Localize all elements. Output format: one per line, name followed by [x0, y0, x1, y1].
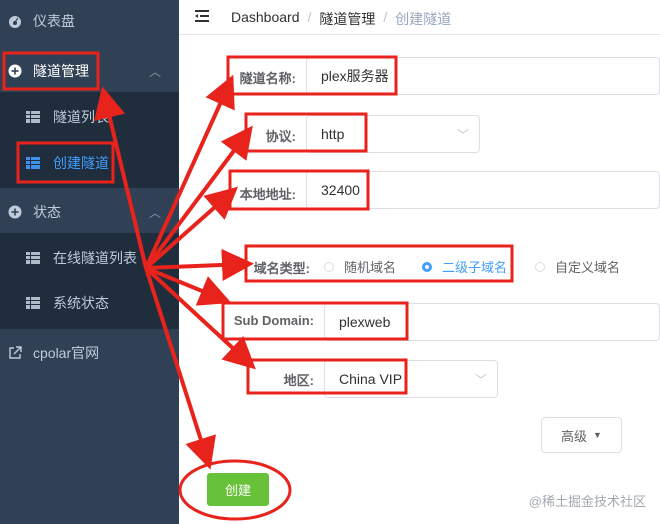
top-navbar: Dashboard / 隧道管理 / 创建隧道 — [179, 0, 660, 35]
chevron-down-icon: ﹀ — [456, 127, 469, 142]
menu-status-label: 状态 — [33, 204, 61, 220]
create-button[interactable]: 创建 — [207, 473, 269, 506]
sidebar-item-online-tunnels-label: 在线隧道列表 — [53, 250, 137, 266]
subdomain-input[interactable]: plexweb — [324, 303, 660, 341]
radio-custom-domain-label: 自定义域名 — [555, 260, 621, 275]
local-address-input[interactable]: 32400 — [306, 171, 660, 209]
protocol-select[interactable]: http ﹀ — [306, 115, 480, 153]
radio-random-domain-label: 随机域名 — [344, 260, 397, 275]
create-label: 创建 — [224, 483, 251, 498]
hamburger-icon[interactable] — [195, 10, 209, 22]
subdomain-value: plexweb — [339, 314, 391, 330]
radio-checked-icon — [422, 261, 432, 272]
menu-cpolar-site[interactable]: cpolar官网 — [0, 328, 179, 378]
radio-subdomain[interactable]: 二级子域名 — [422, 257, 507, 276]
advanced-label: 高级 — [561, 428, 588, 444]
local-address-value: 32400 — [321, 182, 360, 198]
sidebar: 仪表盘 隧道管理 ︿ 隧道列表 创建隧道 状态 ︿ 在线隧道列表 系统状态 cp — [0, 0, 179, 524]
sidebar-item-system-status-label: 系统状态 — [53, 295, 109, 311]
menu-status[interactable]: 状态 ︿ — [0, 187, 179, 237]
region-select[interactable]: China VIP ﹀ — [324, 360, 498, 398]
subdomain-label: Sub Domain: — [233, 313, 314, 328]
breadcrumb-separator: / — [307, 9, 312, 25]
breadcrumb-tunnel-management[interactable]: 隧道管理 — [319, 9, 375, 29]
table-icon — [26, 252, 40, 264]
domain-type-label: 域名类型: — [253, 261, 310, 276]
table-icon — [26, 297, 40, 309]
external-link-icon — [8, 346, 22, 360]
sidebar-item-create-tunnel[interactable]: 创建隧道 — [0, 138, 179, 188]
local-address-label: 本地地址: — [239, 187, 296, 202]
region-label: 地区: — [283, 373, 314, 388]
table-icon — [26, 111, 40, 123]
tunnel-name-value: plex服务器 — [321, 68, 389, 84]
breadcrumb-current: 创建隧道 — [395, 11, 452, 27]
menu-tunnel-management[interactable]: 隧道管理 ︿ — [0, 46, 179, 96]
breadcrumb: Dashboard / 隧道管理 / 创建隧道 — [231, 9, 451, 29]
sidebar-item-online-tunnels[interactable]: 在线隧道列表 — [0, 233, 179, 283]
advanced-button[interactable]: 高级 ▼ — [541, 417, 622, 453]
caret-down-icon: ▼ — [593, 430, 602, 440]
plus-circle-icon — [8, 205, 22, 219]
sidebar-item-tunnel-list-label: 隧道列表 — [53, 109, 109, 125]
radio-random-domain[interactable]: 随机域名 — [324, 257, 396, 276]
chevron-down-icon: ﹀ — [474, 372, 487, 387]
dashboard-icon — [8, 14, 22, 28]
sidebar-item-create-tunnel-label: 创建隧道 — [53, 155, 109, 171]
radio-custom-domain[interactable]: 自定义域名 — [535, 257, 620, 276]
table-icon — [26, 157, 40, 169]
menu-tunnel-management-label: 隧道管理 — [33, 63, 89, 79]
protocol-value: http — [321, 126, 345, 142]
breadcrumb-dashboard[interactable]: Dashboard — [231, 9, 300, 29]
tunnel-name-label: 隧道名称: — [239, 71, 296, 86]
sidebar-item-tunnel-list[interactable]: 隧道列表 — [0, 92, 179, 142]
tunnel-name-input[interactable]: plex服务器 — [306, 57, 660, 95]
chevron-up-icon: ︿ — [148, 205, 161, 220]
chevron-up-icon: ︿ — [148, 64, 161, 79]
radio-circle-icon — [324, 261, 334, 272]
menu-dashboard-label: 仪表盘 — [33, 13, 75, 29]
breadcrumb-separator: / — [383, 9, 388, 25]
region-value: China VIP — [339, 371, 403, 387]
watermark: @稀土掘金技术社区 — [528, 494, 646, 509]
plus-circle-icon — [8, 64, 22, 78]
radio-circle-icon — [535, 261, 545, 272]
protocol-label: 协议: — [265, 129, 296, 144]
radio-subdomain-label: 二级子域名 — [442, 260, 508, 275]
menu-cpolar-site-label: cpolar官网 — [33, 345, 100, 361]
sidebar-item-system-status[interactable]: 系统状态 — [0, 278, 179, 328]
menu-dashboard[interactable]: 仪表盘 — [0, 0, 179, 46]
